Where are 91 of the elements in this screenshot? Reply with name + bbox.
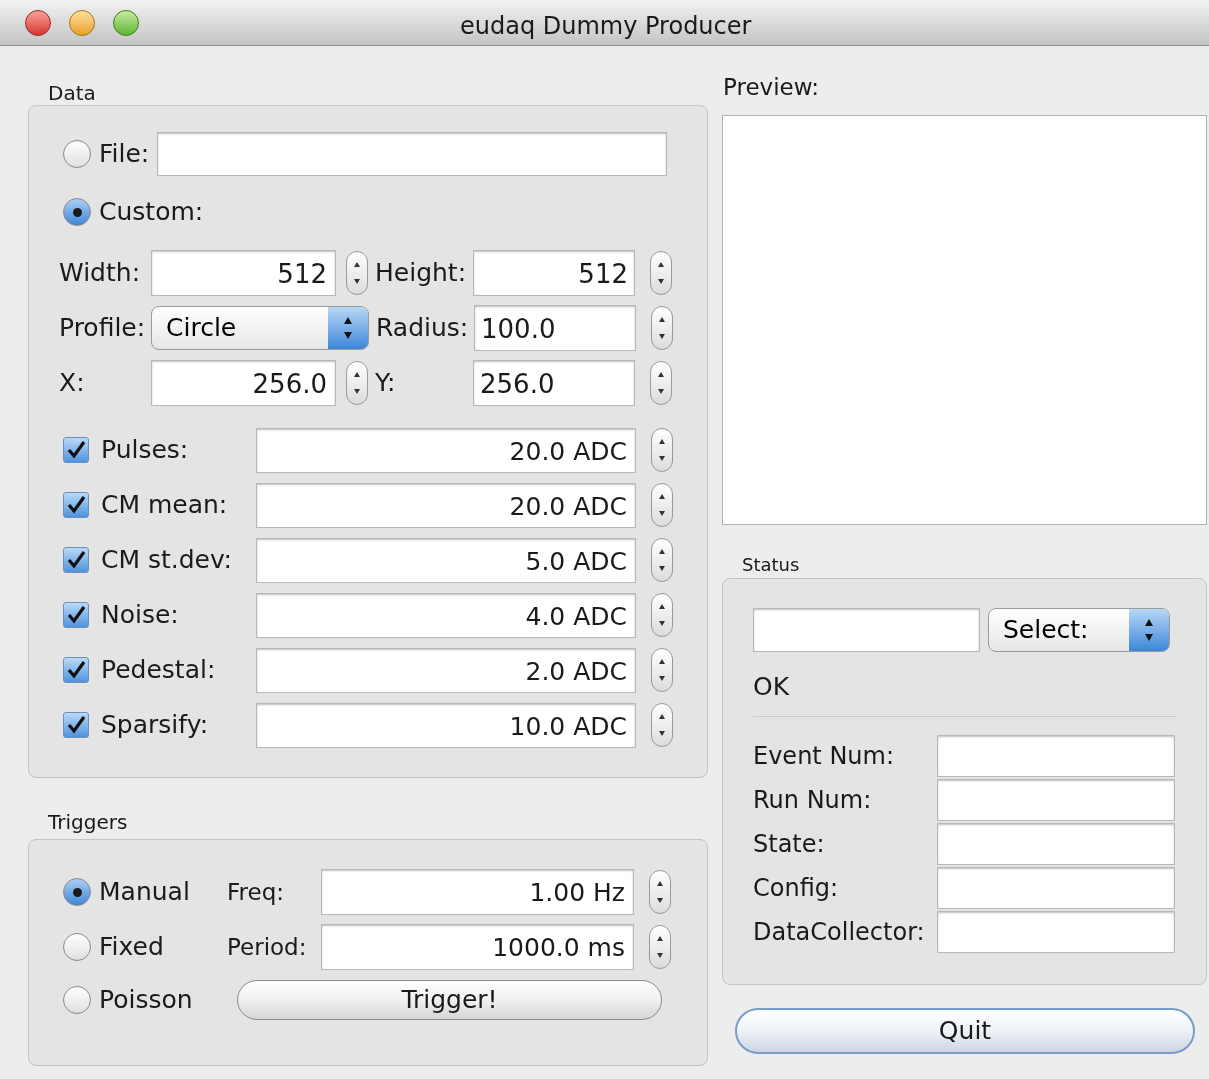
checkbox-label: CM st.dev: — [101, 544, 233, 577]
checkbox[interactable] — [63, 437, 89, 463]
number-field[interactable]: 100.0 — [474, 305, 636, 351]
radio-button[interactable] — [63, 198, 91, 226]
group-title: Triggers — [48, 809, 129, 833]
field-label: Freq: — [227, 877, 285, 907]
checkbox[interactable] — [63, 492, 89, 518]
dropdown[interactable]: Circle — [151, 306, 369, 350]
stepper-button[interactable] — [650, 361, 672, 405]
info-label: Event Num: — [753, 741, 895, 772]
info-label: Config: — [753, 873, 840, 904]
stepper-arrows-icon — [353, 371, 361, 395]
stepper-arrows-icon — [658, 438, 666, 462]
quit-button[interactable]: Quit — [735, 1008, 1195, 1054]
field-label: X: — [59, 367, 86, 400]
stepper-button[interactable] — [651, 483, 673, 527]
checkbox-label: Pedestal: — [101, 654, 217, 687]
stepper-button[interactable] — [651, 593, 673, 637]
radio-label: Poisson — [99, 984, 194, 1017]
stepper-button[interactable] — [346, 361, 368, 405]
number-field[interactable]: 512 — [151, 250, 336, 296]
radio-label: File: — [99, 138, 150, 171]
info-label: Run Num: — [753, 785, 873, 816]
checkbox[interactable] — [63, 547, 89, 573]
stepper-button[interactable] — [649, 870, 671, 914]
value-field[interactable]: 2.0 ADC — [256, 647, 636, 693]
value-field[interactable]: 5.0 ADC — [256, 537, 636, 583]
dropdown[interactable]: Select: — [988, 608, 1170, 652]
radio-button[interactable] — [63, 986, 91, 1014]
stepper-button[interactable] — [651, 428, 673, 472]
stepper-arrows-icon — [657, 261, 665, 285]
info-label: DataCollector: — [753, 917, 926, 948]
checkbox-label: Noise: — [101, 599, 180, 632]
stepper-arrows-icon — [657, 371, 665, 395]
stepper-button[interactable] — [650, 251, 672, 295]
value-field[interactable]: 20.0 ADC — [256, 427, 636, 473]
preview-label: Preview: — [723, 73, 821, 100]
group-title: Status — [742, 553, 801, 575]
stepper-arrows-icon — [658, 658, 666, 682]
dropdown-arrows-icon — [1144, 617, 1154, 643]
stepper-arrows-icon — [656, 935, 664, 959]
status-field[interactable] — [753, 608, 980, 652]
stepper-arrows-icon — [658, 548, 666, 572]
value-field[interactable]: 10.0 ADC — [256, 702, 636, 748]
checkbox[interactable] — [63, 602, 89, 628]
stepper-arrows-icon — [658, 493, 666, 517]
window-title: eudaq Dummy Producer — [460, 11, 752, 42]
file-field[interactable] — [157, 132, 668, 176]
stepper-button[interactable] — [651, 538, 673, 582]
checkbox[interactable] — [63, 657, 89, 683]
stepper-arrows-icon — [656, 880, 664, 904]
close-button[interactable] — [25, 9, 51, 36]
radio-button[interactable] — [63, 933, 91, 961]
stepper-arrows-icon — [353, 261, 361, 285]
radio-label: Manual — [99, 876, 191, 909]
stepper-button[interactable] — [651, 703, 673, 747]
stepper-button[interactable] — [651, 648, 673, 692]
field-label: Height: — [375, 257, 468, 290]
number-field[interactable]: 256.0 — [151, 360, 336, 406]
field-label: Width: — [59, 257, 142, 290]
group-title: Data — [48, 80, 97, 104]
value-field[interactable]: 1.00 Hz — [321, 869, 634, 915]
value-field[interactable]: 4.0 ADC — [256, 592, 636, 638]
checkbox-label: CM mean: — [101, 489, 229, 522]
stepper-arrows-icon — [658, 316, 666, 340]
field-label: Radius: — [376, 312, 470, 345]
field-label: Profile: — [59, 312, 147, 345]
radio-label: Fixed — [99, 931, 165, 964]
value-field[interactable]: 1000.0 ms — [321, 924, 634, 970]
stepper-button[interactable] — [651, 306, 673, 350]
dropdown-arrows-icon — [343, 315, 353, 341]
number-field[interactable]: 512 — [473, 250, 635, 296]
zoom-button[interactable] — [113, 9, 139, 36]
number-field[interactable]: 256.0 — [473, 360, 635, 406]
stepper-button[interactable] — [649, 925, 671, 969]
stepper-arrows-icon — [658, 713, 666, 737]
status-message: OK — [753, 671, 791, 702]
trigger-button[interactable]: Trigger! — [237, 980, 662, 1020]
stepper-arrows-icon — [658, 603, 666, 627]
checkbox-label: Sparsify: — [101, 709, 210, 742]
radio-label: Custom: — [99, 196, 204, 229]
minimize-button[interactable] — [69, 9, 95, 36]
checkbox-label: Pulses: — [101, 434, 190, 467]
info-label: State: — [753, 829, 826, 860]
radio-button[interactable] — [63, 878, 91, 906]
stepper-button[interactable] — [346, 251, 368, 295]
value-field[interactable]: 20.0 ADC — [256, 482, 636, 528]
field-label: Y: — [375, 367, 397, 400]
radio-button[interactable] — [63, 140, 91, 168]
checkbox[interactable] — [63, 712, 89, 738]
field-label: Period: — [227, 932, 308, 962]
